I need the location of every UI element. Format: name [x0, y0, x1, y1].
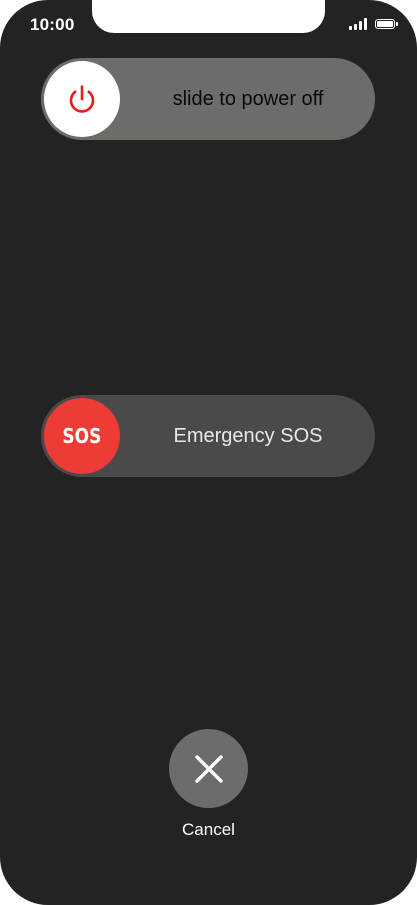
emergency-sos-slider[interactable]: SOS Emergency SOS — [41, 395, 375, 477]
emergency-sos-slider-knob[interactable]: SOS — [44, 398, 120, 474]
cancel-label: Cancel — [182, 820, 235, 839]
power-off-label: slide to power off — [172, 87, 324, 110]
emergency-sos-label: Emergency SOS — [173, 424, 323, 447]
status-icons — [349, 18, 398, 30]
signal-bars-icon — [349, 18, 367, 30]
power-icon — [69, 85, 95, 113]
close-icon — [194, 754, 223, 783]
phone-screen: 10:00 slide to power off SOS Emergency S… — [0, 0, 417, 905]
power-off-slider[interactable]: slide to power off — [41, 58, 375, 140]
sos-knob-text: SOS — [62, 424, 102, 448]
status-time: 10:00 — [30, 15, 75, 34]
notch — [92, 0, 325, 33]
cancel-button[interactable] — [169, 729, 248, 808]
battery-icon — [375, 19, 398, 29]
power-off-slider-knob[interactable] — [44, 61, 120, 137]
